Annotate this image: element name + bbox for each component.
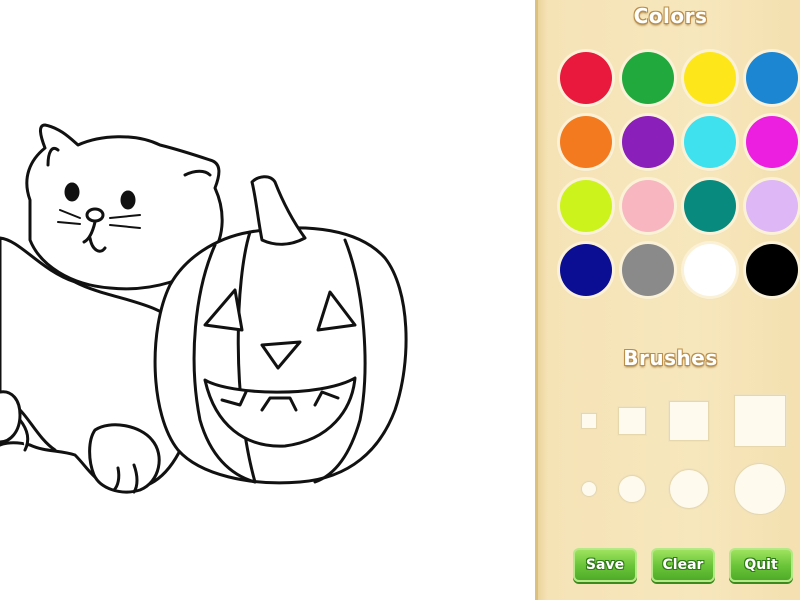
colors-heading: Colors (633, 4, 708, 28)
clear-button[interactable]: Clear (651, 548, 715, 582)
color-swatch-lime[interactable] (560, 180, 612, 232)
color-swatch-pink[interactable] (622, 180, 674, 232)
color-swatch-lavender[interactable] (746, 180, 798, 232)
brush-square-medium[interactable] (618, 407, 646, 435)
brush-circle-extra-large[interactable] (734, 463, 786, 515)
color-swatch-white[interactable] (684, 244, 736, 296)
color-swatch-black[interactable] (746, 244, 798, 296)
color-swatch-red[interactable] (560, 52, 612, 104)
color-swatch-teal[interactable] (684, 180, 736, 232)
brush-square-extra-large[interactable] (734, 395, 786, 447)
color-swatch-purple[interactable] (622, 116, 674, 168)
drawing-canvas[interactable] (0, 0, 535, 600)
pumpkin-stem (250, 175, 307, 246)
color-swatch-navy[interactable] (560, 244, 612, 296)
save-button[interactable]: Save (573, 548, 637, 582)
color-swatch-gray[interactable] (622, 244, 674, 296)
color-swatch-cyan[interactable] (684, 116, 736, 168)
brush-square-large[interactable] (669, 401, 709, 441)
brushes-heading: Brushes (623, 346, 718, 370)
cat-paw (88, 423, 161, 494)
brush-circle-small[interactable] (581, 481, 597, 497)
color-swatch-orange[interactable] (560, 116, 612, 168)
color-swatch-magenta[interactable] (746, 116, 798, 168)
quit-button[interactable]: Quit (729, 548, 793, 582)
color-swatch-green[interactable] (622, 52, 674, 104)
brush-circle-large[interactable] (669, 469, 709, 509)
brush-square-small[interactable] (581, 413, 597, 429)
brush-circle-medium[interactable] (618, 475, 646, 503)
coloring-page-artwork[interactable] (0, 0, 535, 600)
color-swatch-blue[interactable] (746, 52, 798, 104)
color-swatch-yellow[interactable] (684, 52, 736, 104)
tools-panel: Colors Brushes Save Clear Quit (535, 0, 800, 600)
